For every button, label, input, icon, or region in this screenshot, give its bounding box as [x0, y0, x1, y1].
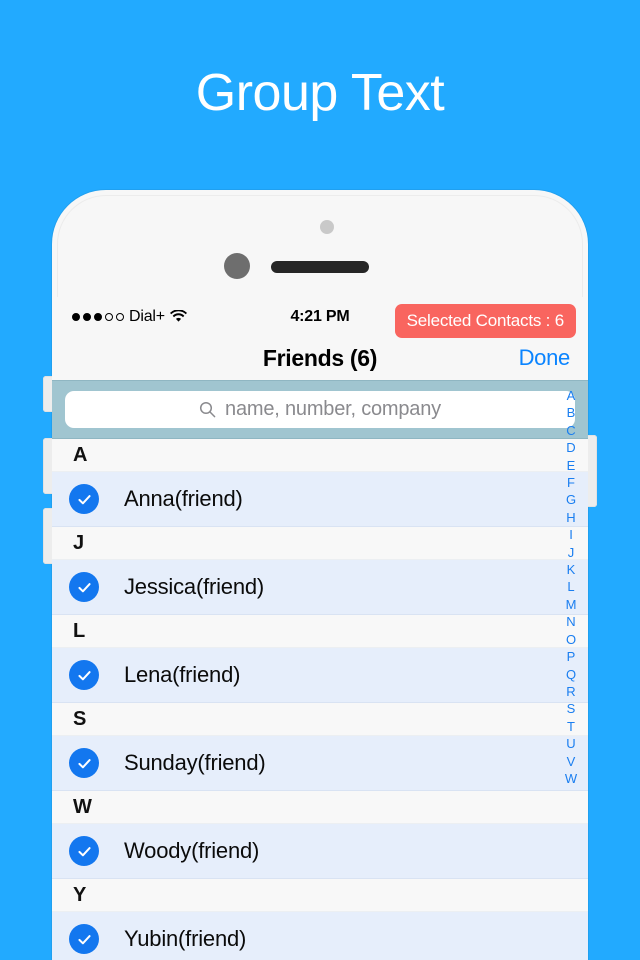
alphabet-index[interactable]: ABCDEFGHIJKLMNOPQRSTUVW: [562, 387, 580, 787]
alpha-index-letter[interactable]: K: [567, 561, 576, 578]
alpha-index-letter[interactable]: G: [566, 491, 576, 508]
alpha-index-letter[interactable]: A: [567, 387, 576, 404]
checkmark-icon[interactable]: [69, 572, 99, 602]
page-title: Group Text: [195, 64, 445, 122]
section-header: J: [52, 527, 588, 560]
alpha-index-letter[interactable]: L: [567, 578, 574, 595]
alpha-index-letter[interactable]: B: [567, 404, 576, 421]
alpha-index-letter[interactable]: W: [565, 770, 577, 787]
search-icon: [199, 401, 216, 418]
alpha-index-letter[interactable]: F: [567, 474, 575, 491]
alpha-index-letter[interactable]: N: [566, 613, 575, 630]
alpha-index-letter[interactable]: M: [566, 596, 577, 613]
power-button[interactable]: [587, 435, 597, 507]
done-button[interactable]: Done: [519, 345, 571, 371]
alpha-index-letter[interactable]: Q: [566, 666, 576, 683]
contact-list: A Anna(friend) J Jessica(friend) L Lena(frien…: [52, 439, 588, 960]
phone-mockup: Dial+ 4:21 PM 22% Fri: [43, 190, 597, 960]
section-header: A: [52, 439, 588, 472]
search-placeholder: name, number, company: [225, 398, 441, 420]
section-header: S: [52, 703, 588, 736]
phone-screen: Dial+ 4:21 PM 22% Fri: [52, 297, 588, 960]
alpha-index-letter[interactable]: H: [566, 509, 575, 526]
search-bar-container: name, number, company: [52, 380, 588, 439]
alpha-index-letter[interactable]: C: [566, 422, 575, 439]
alpha-index-letter[interactable]: O: [566, 631, 576, 648]
alpha-index-letter[interactable]: D: [566, 439, 575, 456]
checkmark-icon[interactable]: [69, 660, 99, 690]
contact-name-label: Woody(friend): [124, 838, 260, 863]
alpha-index-letter[interactable]: V: [567, 753, 576, 770]
proximity-sensor-icon: [320, 220, 334, 234]
nav-title: Friends (6): [262, 344, 378, 371]
checkmark-icon[interactable]: [69, 836, 99, 866]
checkmark-icon[interactable]: [69, 484, 99, 514]
front-camera-icon: [224, 253, 250, 279]
signal-strength-icon: [72, 312, 124, 321]
carrier-label: Dial+: [129, 307, 165, 325]
alpha-index-letter[interactable]: P: [567, 648, 576, 665]
checkmark-icon[interactable]: [69, 924, 99, 954]
alpha-index-letter[interactable]: S: [567, 700, 576, 717]
search-input[interactable]: name, number, company: [65, 391, 575, 428]
alpha-index-letter[interactable]: J: [568, 544, 575, 561]
contact-row[interactable]: Lena(friend): [52, 648, 588, 703]
wifi-icon: [169, 310, 187, 322]
contact-name-label: Lena(friend): [124, 662, 241, 687]
section-header: W: [52, 791, 588, 824]
contact-name-label: Sunday(friend): [124, 750, 266, 775]
alpha-index-letter[interactable]: E: [567, 457, 576, 474]
section-header: Y: [52, 879, 588, 912]
alpha-index-letter[interactable]: R: [566, 683, 575, 700]
navigation-bar: Friends (6) Done: [52, 336, 588, 380]
alpha-index-letter[interactable]: U: [566, 735, 575, 752]
contact-row[interactable]: Jessica(friend): [52, 560, 588, 615]
alpha-index-letter[interactable]: T: [567, 718, 575, 735]
selected-contacts-badge[interactable]: Selected Contacts : 6: [394, 304, 576, 338]
contact-name-label: Yubin(friend): [124, 926, 247, 951]
contact-row[interactable]: Woody(friend): [52, 824, 588, 879]
contact-name-label: Jessica(friend): [124, 574, 265, 599]
contact-row[interactable]: Yubin(friend): [52, 912, 588, 960]
contact-name-label: Anna(friend): [124, 486, 243, 511]
checkmark-icon[interactable]: [69, 748, 99, 778]
contact-row[interactable]: Sunday(friend): [52, 736, 588, 791]
status-bar-left: Dial+: [72, 308, 187, 326]
section-header: L: [52, 615, 588, 648]
contact-row[interactable]: Anna(friend): [52, 472, 588, 527]
alpha-index-letter[interactable]: I: [569, 526, 573, 543]
earpiece-speaker: [271, 261, 369, 273]
